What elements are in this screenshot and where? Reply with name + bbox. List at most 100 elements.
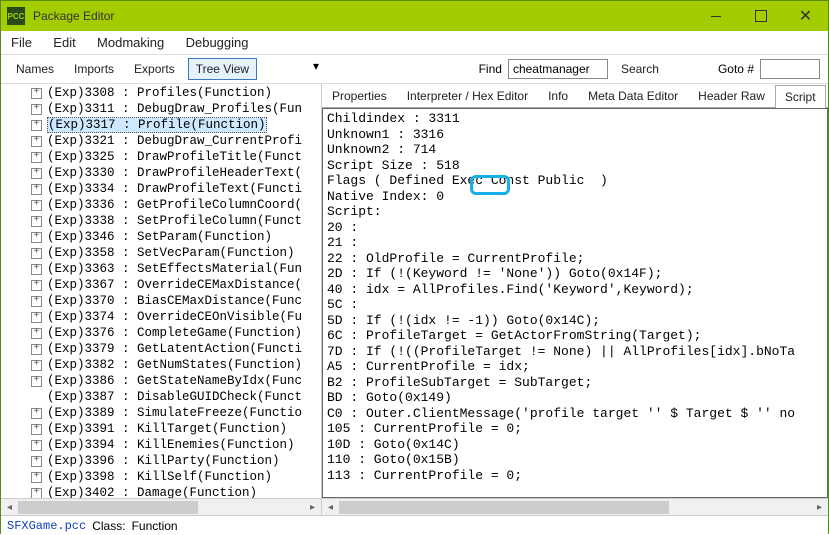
tree-node[interactable]: + (Exp)3402 : Damage(Function) xyxy=(3,485,321,498)
menu-file[interactable]: File xyxy=(11,35,32,50)
toolbar: Names Imports Exports Tree View ▾ Find c… xyxy=(1,55,828,84)
maximize-button[interactable] xyxy=(738,1,783,31)
expand-icon[interactable]: + xyxy=(31,472,42,483)
search-button[interactable]: Search xyxy=(614,59,666,79)
tab-properties[interactable]: Properties xyxy=(322,84,397,107)
expand-icon[interactable]: + xyxy=(31,280,42,291)
tree-hscrollbar[interactable]: ◂ ▸ xyxy=(1,498,321,515)
expand-icon[interactable]: + xyxy=(31,264,42,275)
titlebar: PCC Package Editor ✕ xyxy=(1,1,828,31)
tree-leaf-icon xyxy=(31,392,42,403)
expand-icon[interactable]: + xyxy=(31,104,42,115)
tree-node-label: (Exp)3363 : SetEffectsMaterial(Fun xyxy=(47,262,302,276)
tree-node[interactable]: +(Exp)3321 : DebugDraw_CurrentProfi xyxy=(3,133,321,149)
tree-node[interactable]: +(Exp)3391 : KillTarget(Function) xyxy=(3,421,321,437)
toolbar-imports[interactable]: Imports xyxy=(67,59,121,79)
tree-node[interactable]: + (Exp)3382 : GetNumStates(Function) xyxy=(3,357,321,373)
tree-node[interactable]: +(Exp)3317 : Profile(Function) xyxy=(3,117,321,133)
expand-icon[interactable]: + xyxy=(31,440,42,451)
tree-node[interactable]: + (Exp)3338 : SetProfileColumn(Funct xyxy=(3,213,321,229)
menu-debugging[interactable]: Debugging xyxy=(186,35,249,50)
goto-label: Goto # xyxy=(718,62,754,76)
scroll-left-icon[interactable]: ◂ xyxy=(1,499,18,516)
status-filename: SFXGame.pcc xyxy=(7,519,86,533)
tree-node[interactable]: +(Exp)3325 : DrawProfileTitle(Funct xyxy=(3,149,321,165)
expand-icon[interactable]: + xyxy=(31,248,42,259)
scroll-right-icon[interactable]: ▸ xyxy=(811,499,828,516)
tree-node[interactable]: + (Exp)3398 : KillSelf(Function) xyxy=(3,469,321,485)
tree-node[interactable]: +(Exp)3396 : KillParty(Function) xyxy=(3,453,321,469)
tree-node[interactable]: + (Exp)3311 : DebugDraw_Profiles(Fun xyxy=(3,101,321,117)
expand-icon[interactable]: + xyxy=(31,296,42,307)
status-class-value: Function xyxy=(132,519,178,533)
expand-icon[interactable]: + xyxy=(31,456,42,467)
tree-node-label: (Exp)3338 : SetProfileColumn(Funct xyxy=(47,214,302,228)
tree-node[interactable]: +(Exp)3334 : DrawProfileText(Functi xyxy=(3,181,321,197)
expand-icon[interactable]: + xyxy=(31,88,42,99)
expand-icon[interactable]: + xyxy=(31,184,42,195)
tree-node[interactable]: +(Exp)3358 : SetVecParam(Function) xyxy=(3,245,321,261)
script-view[interactable]: Childindex : 3311 Unknown1 : 3316 Unknow… xyxy=(322,108,828,498)
menu-modmaking[interactable]: Modmaking xyxy=(97,35,164,50)
tree-node[interactable]: + (Exp)3336 : GetProfileColumnCoord( xyxy=(3,197,321,213)
goto-input[interactable] xyxy=(760,59,820,79)
tree-node[interactable]: +(Exp)3346 : SetParam(Function) xyxy=(3,229,321,245)
tree-node-label: (Exp)3311 : DebugDraw_Profiles(Fun xyxy=(47,102,302,116)
menu-edit[interactable]: Edit xyxy=(53,35,75,50)
expand-icon[interactable]: + xyxy=(31,328,42,339)
expand-icon[interactable]: + xyxy=(31,360,42,371)
tree-node[interactable]: +(Exp)3374 : OverrideCEOnVisible(Fu xyxy=(3,309,321,325)
tree-node[interactable]: (Exp)3387 : DisableGUIDCheck(Funct xyxy=(3,389,321,405)
expand-icon[interactable]: + xyxy=(31,136,42,147)
script-hscrollbar[interactable]: ◂ ▸ xyxy=(322,498,828,515)
expand-icon[interactable]: + xyxy=(31,168,42,179)
tree-node[interactable]: +(Exp)3370 : BiasCEMaxDistance(Func xyxy=(3,293,321,309)
expand-icon[interactable]: + xyxy=(31,200,42,211)
menubar: File Edit Modmaking Debugging xyxy=(1,31,828,55)
tree-node[interactable]: +(Exp)3330 : DrawProfileHeaderText( xyxy=(3,165,321,181)
tree-node[interactable]: + (Exp)3379 : GetLatentAction(Functi xyxy=(3,341,321,357)
status-class-label: Class: xyxy=(92,519,125,533)
minimize-button[interactable] xyxy=(693,1,738,31)
tree-node[interactable]: + (Exp)3308 : Profiles(Function) xyxy=(3,85,321,101)
tab-info[interactable]: Info xyxy=(538,84,578,107)
expand-icon[interactable]: + xyxy=(31,232,42,243)
tab-interpreter[interactable]: Interpreter / Hex Editor xyxy=(397,84,538,107)
expand-icon[interactable]: + xyxy=(31,120,42,131)
close-button[interactable]: ✕ xyxy=(783,1,828,31)
toolbar-exports[interactable]: Exports xyxy=(127,59,182,79)
search-input[interactable]: cheatmanager xyxy=(508,59,608,79)
scroll-right-icon[interactable]: ▸ xyxy=(304,499,321,516)
expand-icon[interactable]: + xyxy=(31,408,42,419)
expand-icon[interactable]: + xyxy=(31,312,42,323)
tab-bar: Properties Interpreter / Hex Editor Info… xyxy=(322,84,828,108)
expand-icon[interactable]: + xyxy=(31,424,42,435)
tree-node[interactable]: + (Exp)3363 : SetEffectsMaterial(Fun xyxy=(3,261,321,277)
tree-node-label: (Exp)3398 : KillSelf(Function) xyxy=(47,470,272,484)
toolbar-treeview[interactable]: Tree View xyxy=(188,58,257,80)
tree-node-label: (Exp)3308 : Profiles(Function) xyxy=(47,86,272,100)
expand-icon[interactable]: + xyxy=(31,488,42,499)
tree-node[interactable]: +(Exp)3367 : OverrideCEMaxDistance( xyxy=(3,277,321,293)
expand-icon[interactable]: + xyxy=(31,376,42,387)
tree-node-label: (Exp)3336 : GetProfileColumnCoord( xyxy=(47,198,302,212)
expand-icon[interactable]: + xyxy=(31,344,42,355)
expand-icon[interactable]: + xyxy=(31,216,42,227)
toolbar-names[interactable]: Names xyxy=(9,59,61,79)
tree-node[interactable]: +(Exp)3376 : CompleteGame(Function) xyxy=(3,325,321,341)
scroll-thumb[interactable] xyxy=(339,501,669,514)
tree-node-label: (Exp)3382 : GetNumStates(Function) xyxy=(47,358,302,372)
tree-node[interactable]: +(Exp)3394 : KillEnemies(Function) xyxy=(3,437,321,453)
tree-node[interactable]: +(Exp)3386 : GetStateNameByIdx(Func xyxy=(3,373,321,389)
tab-script[interactable]: Script xyxy=(775,85,826,108)
tree-node-label: (Exp)3402 : Damage(Function) xyxy=(47,486,257,498)
exec-highlight xyxy=(470,175,510,195)
expand-icon[interactable]: + xyxy=(31,152,42,163)
scroll-left-icon[interactable]: ◂ xyxy=(322,499,339,516)
toolbar-dropdown[interactable]: ▾ xyxy=(263,59,321,79)
scroll-thumb[interactable] xyxy=(18,501,198,514)
tab-metadata[interactable]: Meta Data Editor xyxy=(578,84,688,107)
tree-node[interactable]: +(Exp)3389 : SimulateFreeze(Functio xyxy=(3,405,321,421)
tab-headerraw[interactable]: Header Raw xyxy=(688,84,775,107)
tree-node-label: (Exp)3379 : GetLatentAction(Functi xyxy=(47,342,302,356)
